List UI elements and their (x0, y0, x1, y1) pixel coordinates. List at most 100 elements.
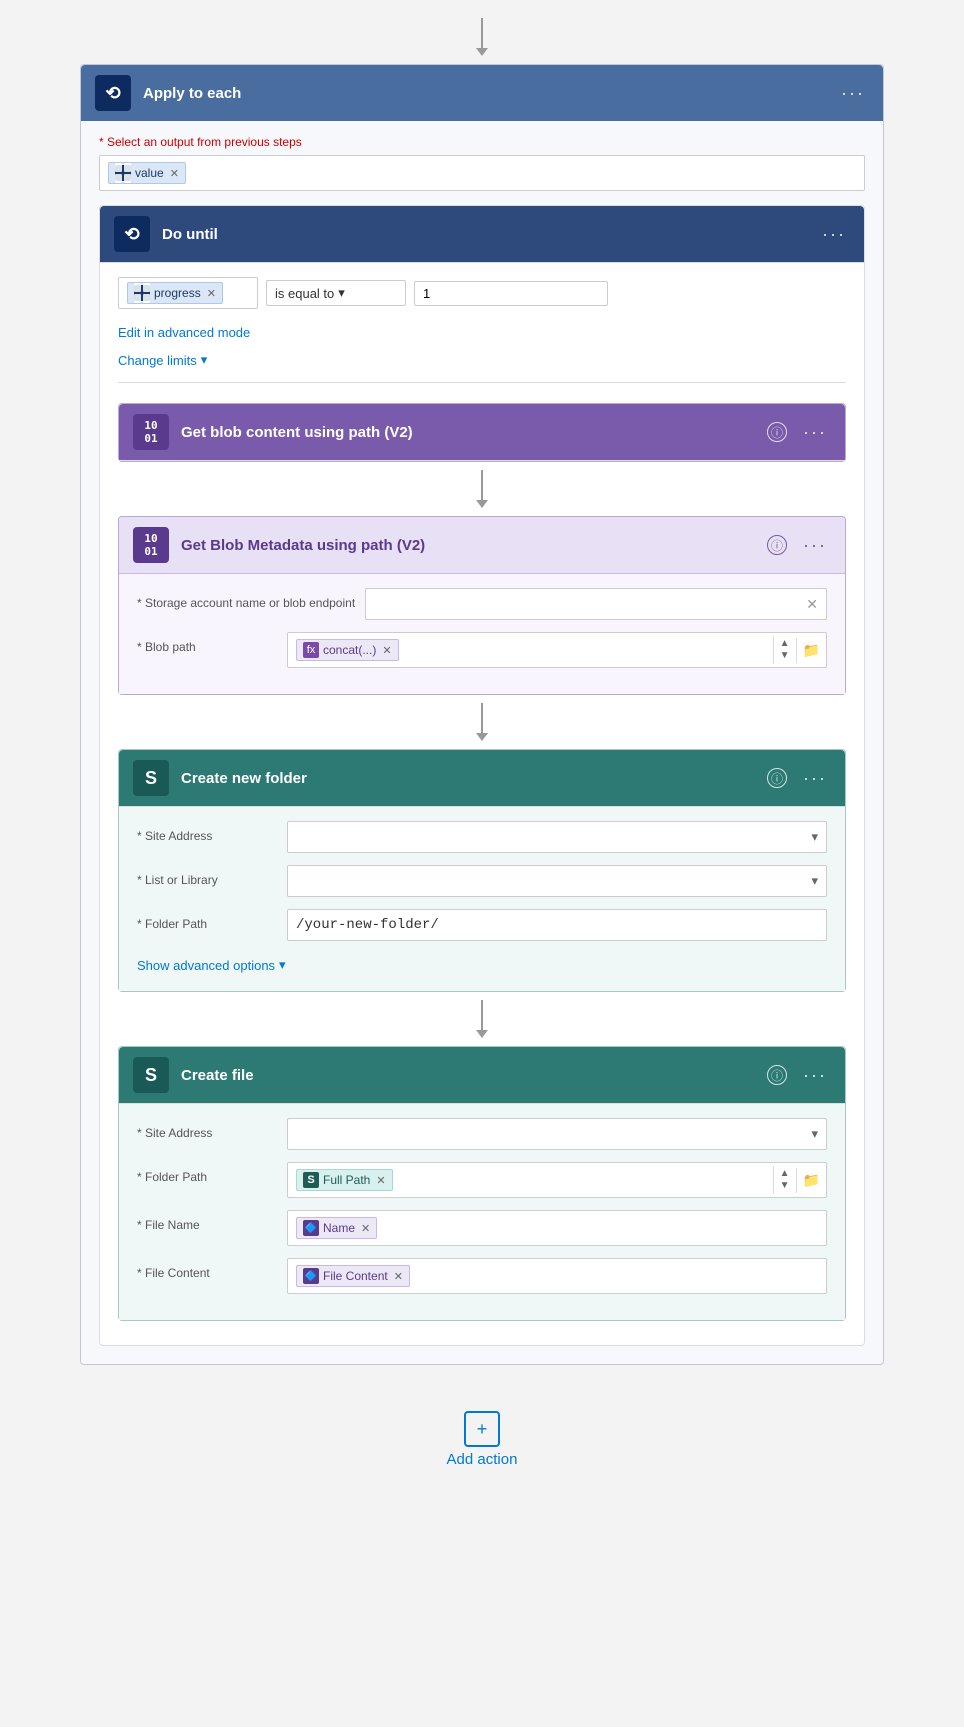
condition-token-input[interactable]: progress ✕ (118, 277, 258, 309)
blob-path-input[interactable]: fx concat(...) ✕ ▲ (287, 632, 827, 668)
arrow-1 (476, 462, 488, 516)
get-blob-content-more-btn[interactable]: ··· (799, 420, 831, 445)
create-file-actions: ⓘ ··· (767, 1063, 831, 1088)
output-selector-area: * Select an output from previous steps v… (99, 135, 865, 191)
get-blob-content-actions: ⓘ ··· (767, 420, 831, 445)
file-name-input[interactable]: 🔷 Name ✕ (287, 1210, 827, 1246)
file-content-token-icon: 🔷 (303, 1268, 319, 1284)
progress-token-close[interactable]: ✕ (207, 287, 216, 300)
get-blob-metadata-actions: ⓘ ··· (767, 533, 831, 558)
create-file-folder-path-inner: S Full Path ✕ (288, 1163, 773, 1197)
show-advanced-btn-1[interactable]: Show advanced options ▾ (137, 953, 286, 977)
create-new-folder-actions: ⓘ ··· (767, 766, 831, 791)
list-library-row: * List or Library ▾ (137, 865, 827, 897)
folder-path-arrows-2: ▲ ▼ (773, 1166, 796, 1194)
blob-path-label: * Blob path (137, 632, 277, 654)
file-content-token-close[interactable]: ✕ (394, 1270, 403, 1283)
file-content-inner: 🔷 File Content ✕ (288, 1259, 826, 1293)
create-file-block: S Create file ⓘ ··· (118, 1046, 846, 1321)
folder-path-down-btn-2[interactable]: ▼ (778, 1180, 792, 1192)
get-blob-metadata-title: Get Blob Metadata using path (V2) (181, 537, 767, 554)
blob-path-inner: fx concat(...) ✕ (288, 633, 773, 667)
do-until-block: ⟲ Do until ··· (99, 205, 865, 1346)
loop-icon: ⟲ (105, 83, 120, 104)
site-address-row-1: * Site Address ▾ (137, 821, 827, 853)
blob-path-down-btn[interactable]: ▼ (778, 650, 792, 662)
name-token-label: Name (323, 1221, 355, 1235)
concat-token-close[interactable]: ✕ (382, 644, 391, 657)
top-arrow-connector (476, 10, 488, 64)
folder-path-up-btn-2[interactable]: ▲ (778, 1168, 792, 1180)
create-file-body: * Site Address ▾ * Folder Path (119, 1104, 845, 1320)
value-token-icon (115, 165, 131, 181)
add-action-label: Add action (447, 1451, 518, 1468)
progress-token-icon (134, 285, 150, 301)
add-action-btn[interactable]: + Add action (427, 1401, 538, 1478)
do-until-divider (118, 382, 846, 383)
edit-advanced-btn[interactable]: Edit in advanced mode (118, 321, 250, 344)
create-folder-more-btn[interactable]: ··· (799, 766, 831, 791)
site-address-select-2[interactable]: ▾ (287, 1118, 827, 1150)
arrow-2 (476, 695, 488, 749)
full-path-token-close[interactable]: ✕ (376, 1174, 385, 1187)
apply-to-each-title: Apply to each (143, 85, 837, 102)
concat-token-icon: fx (303, 642, 319, 658)
create-file-folder-path-input[interactable]: S Full Path ✕ ▲ (287, 1162, 827, 1198)
get-blob-metadata-header: 1001 Get Blob Metadata using path (V2) ⓘ… (119, 517, 845, 574)
name-token: 🔷 Name ✕ (296, 1217, 377, 1239)
apply-to-each-header: ⟲ Apply to each ··· (81, 65, 883, 121)
create-folder-icon: S (133, 760, 169, 796)
do-until-more-btn[interactable]: ··· (818, 222, 850, 247)
nested-area: 1001 Get blob content using path (V2) ⓘ … (118, 393, 846, 1331)
name-token-icon: 🔷 (303, 1220, 319, 1236)
site-address-label-1: * Site Address (137, 821, 277, 843)
value-token: value ✕ (108, 162, 186, 184)
file-content-label: * File Content (137, 1258, 277, 1280)
list-library-chevron: ▾ (811, 873, 818, 889)
create-folder-info-icon[interactable]: ⓘ (767, 768, 787, 788)
apply-to-each-block: ⟲ Apply to each ··· * Select an output f… (80, 64, 884, 1365)
do-until-title: Do until (162, 226, 818, 243)
blob-path-up-btn[interactable]: ▲ (778, 638, 792, 650)
apply-to-each-more-btn[interactable]: ··· (837, 81, 869, 106)
get-blob-metadata-icon: 1001 (133, 527, 169, 563)
get-blob-metadata-more-btn[interactable]: ··· (799, 533, 831, 558)
storage-clear-btn[interactable]: ✕ (806, 596, 818, 613)
full-path-token: S Full Path ✕ (296, 1169, 393, 1191)
site-address-chevron-1: ▾ (811, 829, 818, 845)
blob-meta-icon-text: 1001 (144, 532, 157, 558)
list-library-label: * List or Library (137, 865, 277, 887)
do-until-loop-icon: ⟲ (124, 224, 139, 245)
create-file-header: S Create file ⓘ ··· (119, 1047, 845, 1104)
name-token-close[interactable]: ✕ (361, 1222, 370, 1235)
get-blob-content-info-icon[interactable]: ⓘ (767, 422, 787, 442)
concat-token: fx concat(...) ✕ (296, 639, 399, 661)
do-until-body: progress ✕ is equal to ▾ (100, 263, 864, 1345)
get-blob-metadata-block: 1001 Get Blob Metadata using path (V2) ⓘ… (118, 516, 846, 695)
full-path-token-label: Full Path (323, 1173, 370, 1187)
condition-value-input[interactable] (414, 281, 608, 306)
output-input[interactable]: value ✕ (99, 155, 865, 191)
get-blob-content-block: 1001 Get blob content using path (V2) ⓘ … (118, 403, 846, 462)
list-library-select[interactable]: ▾ (287, 865, 827, 897)
create-file-more-btn[interactable]: ··· (799, 1063, 831, 1088)
site-address-select-1[interactable]: ▾ (287, 821, 827, 853)
blob-path-folder-btn[interactable]: 📁 (796, 638, 826, 663)
site-address-label-2: * Site Address (137, 1118, 277, 1140)
folder-path-input[interactable]: /your-new-folder/ (287, 909, 827, 941)
file-content-input[interactable]: 🔷 File Content ✕ (287, 1258, 827, 1294)
change-limits-btn[interactable]: Change limits ▾ (118, 348, 207, 372)
create-file-info-icon[interactable]: ⓘ (767, 1065, 787, 1085)
full-path-token-icon: S (303, 1172, 319, 1188)
blob-path-row: * Blob path fx concat(...) ✕ (137, 632, 827, 668)
storage-account-input[interactable]: ✕ (365, 588, 827, 620)
create-file-icon: S (133, 1057, 169, 1093)
get-blob-metadata-info-icon[interactable]: ⓘ (767, 535, 787, 555)
get-blob-content-header: 1001 Get blob content using path (V2) ⓘ … (119, 404, 845, 461)
create-new-folder-header: S Create new folder ⓘ ··· (119, 750, 845, 807)
progress-token: progress ✕ (127, 282, 223, 304)
value-token-close[interactable]: ✕ (170, 167, 179, 180)
do-until-header: ⟲ Do until ··· (100, 206, 864, 263)
folder-path-folder-btn-2[interactable]: 📁 (796, 1168, 826, 1193)
condition-operator-select[interactable]: is equal to ▾ (266, 280, 406, 306)
